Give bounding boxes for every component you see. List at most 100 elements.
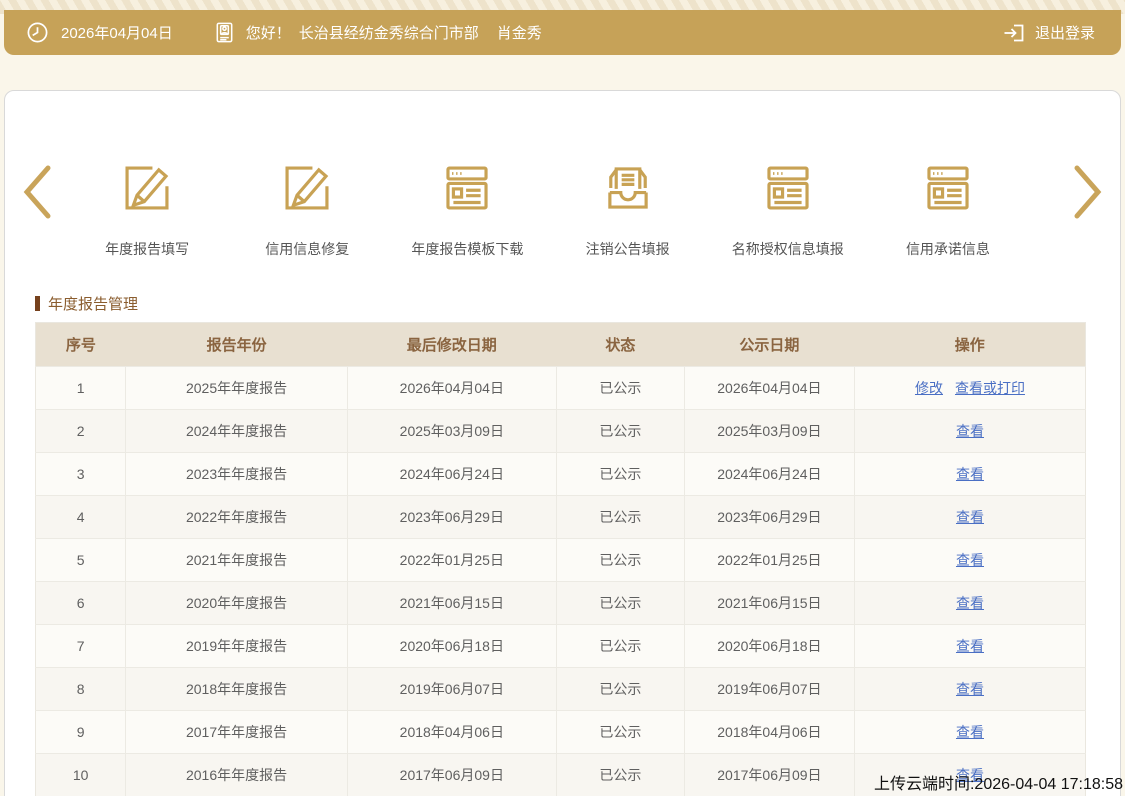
row-published: 2019年06月07日 (684, 668, 854, 711)
action-link-view[interactable]: 查看 (956, 595, 984, 611)
row-actions: 查看 (854, 410, 1085, 453)
col-header-published: 公示日期 (684, 323, 854, 367)
row-status: 已公示 (556, 625, 684, 668)
row-modified: 2025年03月09日 (347, 410, 556, 453)
row-actions: 查看 (854, 453, 1085, 496)
row-status: 已公示 (556, 496, 684, 539)
carousel-item-template-download[interactable]: 年度报告模板下载 (387, 159, 547, 259)
row-published: 2025年03月09日 (684, 410, 854, 453)
row-actions: 修改查看或打印 (854, 367, 1085, 410)
row-actions: 查看 (854, 711, 1085, 754)
row-seq: 9 (36, 711, 126, 754)
carousel-item-label: 信用承诺信息 (906, 239, 990, 259)
row-modified: 2020年06月18日 (347, 625, 556, 668)
row-actions: 查看 (854, 539, 1085, 582)
inbox-icon (599, 159, 657, 217)
row-published: 2026年04月04日 (684, 367, 854, 410)
table-row: 9 2017年年度报告 2018年04月06日 已公示 2018年04月06日 … (36, 711, 1086, 754)
action-link-view[interactable]: 查看 (956, 423, 984, 439)
title-bullet (35, 296, 40, 311)
action-link-view[interactable]: 查看 (956, 724, 984, 740)
table-row: 2 2024年年度报告 2025年03月09日 已公示 2025年03月09日 … (36, 410, 1086, 453)
row-year: 2017年年度报告 (126, 711, 348, 754)
table-row: 5 2021年年度报告 2022年01月25日 已公示 2022年01月25日 … (36, 539, 1086, 582)
table-row: 4 2022年年度报告 2023年06月29日 已公示 2023年06月29日 … (36, 496, 1086, 539)
logout-button[interactable]: 退出登录 (1001, 21, 1095, 45)
chevron-left-icon (22, 164, 52, 220)
carousel-next-button[interactable] (1070, 163, 1106, 221)
user-name: 肖金秀 (497, 22, 542, 43)
action-link-view[interactable]: 查看 (956, 638, 984, 654)
action-link-view[interactable]: 查看 (956, 552, 984, 568)
action-link-modify[interactable]: 修改 (915, 380, 943, 396)
row-year: 2019年年度报告 (126, 625, 348, 668)
row-modified: 2023年06月29日 (347, 496, 556, 539)
row-seq: 3 (36, 453, 126, 496)
col-header-modified: 最后修改日期 (347, 323, 556, 367)
row-status: 已公示 (556, 582, 684, 625)
col-header-actions: 操作 (854, 323, 1085, 367)
row-seq: 10 (36, 754, 126, 796)
carousel-item-annual-report-fill[interactable]: 年度报告填写 (67, 159, 227, 259)
carousel-item-label: 年度报告模板下载 (411, 239, 523, 259)
row-year: 2024年年度报告 (126, 410, 348, 453)
content-card: 年度报告填写 信用信息修复 年度报告模板下载 (4, 90, 1121, 796)
table-row: 1 2025年年度报告 2026年04月04日 已公示 2026年04月04日 … (36, 367, 1086, 410)
row-actions: 查看 (854, 496, 1085, 539)
table-row: 8 2018年年度报告 2019年06月07日 已公示 2019年06月07日 … (36, 668, 1086, 711)
row-published: 2023年06月29日 (684, 496, 854, 539)
carousel-item-label: 名称授权信息填报 (732, 239, 844, 259)
webpage-icon (759, 159, 817, 217)
table-row: 6 2020年年度报告 2021年06月15日 已公示 2021年06月15日 … (36, 582, 1086, 625)
action-link-view[interactable]: 查看 (956, 509, 984, 525)
table-header-row: 序号 报告年份 最后修改日期 状态 公示日期 操作 (36, 323, 1086, 367)
carousel-item-label: 年度报告填写 (105, 239, 189, 259)
webpage-icon (438, 159, 496, 217)
carousel-item-deregistration-notice[interactable]: 注销公告填报 (548, 159, 708, 259)
row-modified: 2021年06月15日 (347, 582, 556, 625)
row-actions: 查看 (854, 625, 1085, 668)
row-seq: 1 (36, 367, 126, 410)
row-modified: 2022年01月25日 (347, 539, 556, 582)
carousel: 年度报告填写 信用信息修复 年度报告模板下载 (67, 159, 1028, 259)
row-status: 已公示 (556, 539, 684, 582)
company-name: 长治县经纺金秀综合门市部 (299, 22, 479, 43)
row-status: 已公示 (556, 711, 684, 754)
row-year: 2021年年度报告 (126, 539, 348, 582)
row-actions: 查看 (854, 668, 1085, 711)
row-status: 已公示 (556, 453, 684, 496)
col-header-year: 报告年份 (126, 323, 348, 367)
section-title: 年度报告管理 (35, 293, 138, 314)
row-modified: 2026年04月04日 (347, 367, 556, 410)
action-link-view-print[interactable]: 查看或打印 (955, 380, 1025, 396)
annual-report-table: 序号 报告年份 最后修改日期 状态 公示日期 操作 1 2025年年度报告 20… (35, 322, 1086, 796)
row-published: 2024年06月24日 (684, 453, 854, 496)
logout-icon (1001, 21, 1025, 45)
topbar: 2026年04月04日 您好！ 长治县经纺金秀综合门市部 肖金秀 退出登录 (4, 10, 1121, 55)
logout-label: 退出登录 (1035, 22, 1095, 43)
carousel-item-label: 信用信息修复 (265, 239, 349, 259)
row-year: 2022年年度报告 (126, 496, 348, 539)
row-seq: 7 (36, 625, 126, 668)
col-header-seq: 序号 (36, 323, 126, 367)
col-header-status: 状态 (556, 323, 684, 367)
carousel-item-name-authorization[interactable]: 名称授权信息填报 (708, 159, 868, 259)
row-year: 2018年年度报告 (126, 668, 348, 711)
table-row: 3 2023年年度报告 2024年06月24日 已公示 2024年06月24日 … (36, 453, 1086, 496)
carousel-item-credit-repair[interactable]: 信用信息修复 (227, 159, 387, 259)
row-published: 2018年04月06日 (684, 711, 854, 754)
carousel-prev-button[interactable] (19, 163, 55, 221)
greeting-text: 您好！ (246, 22, 291, 43)
row-modified: 2019年06月07日 (347, 668, 556, 711)
edit-icon (118, 159, 176, 217)
row-modified: 2017年06月09日 (347, 754, 556, 796)
action-link-view[interactable]: 查看 (956, 466, 984, 482)
row-seq: 5 (36, 539, 126, 582)
carousel-item-credit-commitment[interactable]: 信用承诺信息 (868, 159, 1028, 259)
id-card-icon (213, 21, 236, 44)
carousel-item-label: 注销公告填报 (586, 239, 670, 259)
action-link-view[interactable]: 查看 (956, 681, 984, 697)
clock-icon (26, 21, 49, 44)
current-date: 2026年04月04日 (61, 22, 173, 43)
row-seq: 8 (36, 668, 126, 711)
